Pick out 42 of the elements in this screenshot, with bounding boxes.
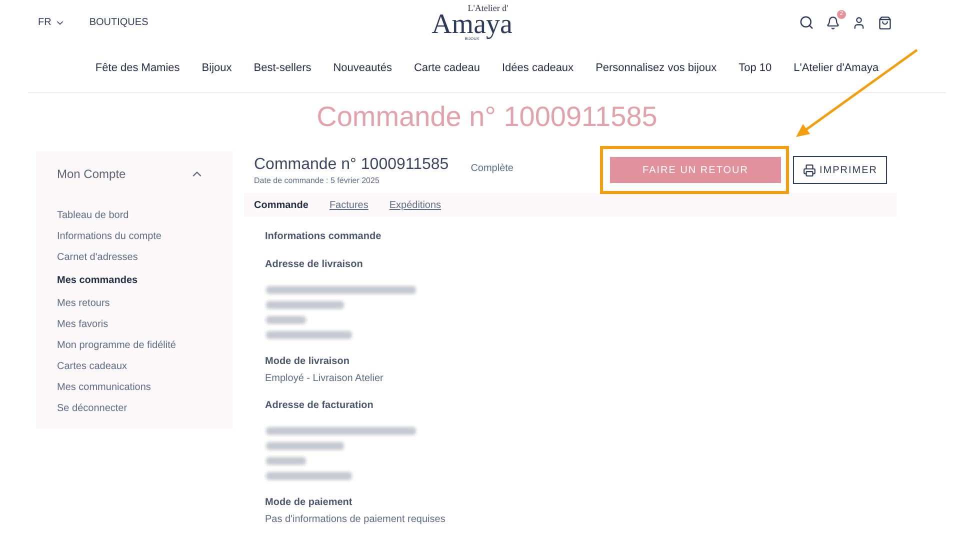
boutiques-link[interactable]: BOUTIQUES [89, 15, 148, 30]
page-title: Commande n° 1000911585 [316, 100, 658, 134]
order-date: Date de commande : 5 février 2025 [254, 175, 380, 187]
order-title: Commande n° 1000911585 [254, 155, 449, 175]
nav-link[interactable]: Best-sellers [254, 60, 312, 77]
sidebar-item[interactable]: Tableau de bord [57, 208, 212, 223]
order-status: Complète [470, 162, 514, 176]
printer-icon [802, 164, 816, 176]
sidebar-item[interactable]: Mes favoris [57, 317, 212, 332]
section-heading: Informations commande [265, 230, 382, 244]
order-tab[interactable]: Factures [329, 198, 368, 212]
section-title: Mode de paiement [265, 496, 354, 510]
nav-link[interactable]: Bijoux [202, 60, 232, 77]
search-icon[interactable] [799, 15, 814, 30]
print-button[interactable]: IMPRIMER [793, 156, 887, 184]
sidebar-item[interactable]: Informations du compte [57, 229, 212, 244]
sidebar-item[interactable]: Cartes cadeaux [57, 359, 212, 374]
order-tab[interactable]: Commande [254, 198, 308, 212]
nav-link[interactable]: Top 10 [738, 60, 772, 77]
order-tab[interactable]: Expéditions [389, 198, 442, 212]
nav-link[interactable]: Nouveautés [333, 60, 392, 77]
section-title: Adresse de livraison [265, 258, 364, 272]
section-value: Pas d'informations de paiement requises [265, 513, 446, 527]
bag-icon[interactable] [878, 16, 892, 30]
nav-link[interactable]: Idées cadeaux [502, 60, 574, 77]
nav-link[interactable]: Personnalisez vos bijoux [596, 60, 717, 77]
sidebar-item[interactable]: Mes communications [57, 380, 212, 395]
sidebar-item[interactable]: Mon programme de fidélité [57, 338, 212, 353]
sidebar-item[interactable]: Mes retours [57, 296, 212, 311]
sidebar-item[interactable]: Carnet d'adresses [57, 250, 212, 265]
section-value: Employé - Livraison Atelier [265, 372, 384, 386]
section-title: Adresse de facturation [265, 399, 374, 413]
language-selector[interactable]: FR [38, 15, 66, 30]
sidebar-item[interactable]: Mes commandes [57, 273, 212, 288]
nav-link[interactable]: Carte cadeau [414, 60, 480, 77]
bell-icon[interactable] [826, 16, 840, 30]
account-icon[interactable] [852, 16, 866, 30]
section-title: Mode de livraison [265, 355, 350, 369]
account-menu-header[interactable]: Mon Compte [57, 165, 212, 183]
nav-link[interactable]: Fête des Mamies [95, 60, 180, 77]
sidebar-item[interactable]: Se déconnecter [57, 401, 212, 416]
nav-link[interactable]: L'Atelier d'Amaya [794, 60, 879, 77]
